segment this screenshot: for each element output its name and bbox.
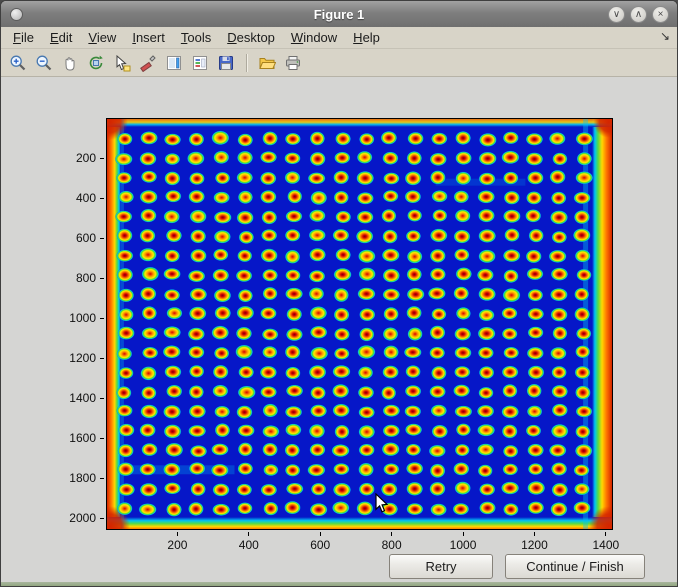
- menu-bar: FileEditViewInsertToolsDesktopWindowHelp…: [1, 27, 677, 49]
- y-tick-mark: [100, 238, 104, 239]
- y-tick-label: 1800: [42, 471, 96, 485]
- retry-button[interactable]: Retry: [389, 554, 493, 579]
- x-tick-label: 1200: [514, 538, 554, 552]
- toolbar: [1, 49, 677, 77]
- window-controls: ∨ ∧ ×: [608, 6, 669, 23]
- insert-legend-button[interactable]: [188, 51, 212, 75]
- figure-canvas: Retry Continue / Finish 200 400 600 800 1000…: [1, 77, 677, 582]
- menu-item-edit[interactable]: Edit: [42, 28, 80, 47]
- x-tick-label: 200: [157, 538, 197, 552]
- rotate-3d-icon: [87, 54, 105, 72]
- x-tick-label: 1400: [586, 538, 626, 552]
- insert-colorbar-button[interactable]: [162, 51, 186, 75]
- toolbar-separator: [246, 54, 247, 72]
- y-tick-mark: [100, 278, 104, 279]
- data-cursor-button[interactable]: [110, 51, 134, 75]
- x-tick-mark: [320, 532, 321, 536]
- y-tick-mark: [100, 358, 104, 359]
- y-tick-label: 1000: [42, 311, 96, 325]
- pan-icon: [61, 54, 79, 72]
- zoom-out-icon: [35, 54, 53, 72]
- insert-colorbar-icon: [165, 54, 183, 72]
- data-cursor-icon: [113, 54, 131, 72]
- plate-image[interactable]: [107, 119, 612, 529]
- pan-button[interactable]: [58, 51, 82, 75]
- x-tick-label: 400: [229, 538, 269, 552]
- brush-icon: [139, 54, 157, 72]
- menu-item-view[interactable]: View: [80, 28, 124, 47]
- y-tick-mark: [100, 398, 104, 399]
- y-tick-mark: [100, 158, 104, 159]
- y-tick-mark: [100, 438, 104, 439]
- shade-button[interactable]: ∨: [608, 6, 625, 23]
- save-figure-icon: [217, 54, 235, 72]
- menu-item-file[interactable]: File: [5, 28, 42, 47]
- x-tick-mark: [391, 532, 392, 536]
- x-tick-mark: [534, 532, 535, 536]
- y-tick-mark: [100, 478, 104, 479]
- axes[interactable]: [106, 118, 613, 530]
- brush-button[interactable]: [136, 51, 160, 75]
- desktop-edge: [1, 582, 677, 587]
- y-tick-label: 1400: [42, 391, 96, 405]
- y-tick-label: 800: [42, 271, 96, 285]
- y-tick-label: 2000: [42, 511, 96, 525]
- x-tick-mark: [177, 532, 178, 536]
- window-menu-icon[interactable]: [10, 8, 23, 21]
- figure-window: Figure 1 ∨ ∧ × FileEditViewInsertToolsDe…: [0, 0, 678, 587]
- x-tick-mark: [605, 532, 606, 536]
- insert-legend-icon: [191, 54, 209, 72]
- x-tick-label: 600: [300, 538, 340, 552]
- open-file-button[interactable]: [255, 51, 279, 75]
- x-tick-label: 1000: [443, 538, 483, 552]
- window-title: Figure 1: [1, 7, 677, 22]
- menu-item-window[interactable]: Window: [283, 28, 345, 47]
- y-tick-label: 600: [42, 231, 96, 245]
- zoom-in-button[interactable]: [6, 51, 30, 75]
- y-tick-mark: [100, 518, 104, 519]
- menu-item-tools[interactable]: Tools: [173, 28, 219, 47]
- titlebar[interactable]: Figure 1 ∨ ∧ ×: [1, 1, 677, 27]
- menu-item-desktop[interactable]: Desktop: [219, 28, 283, 47]
- menu-item-insert[interactable]: Insert: [124, 28, 173, 47]
- menu-overflow-arrow-icon[interactable]: ↘: [660, 29, 670, 43]
- print-figure-icon: [284, 54, 302, 72]
- maximize-button[interactable]: ∧: [630, 6, 647, 23]
- zoom-out-button[interactable]: [32, 51, 56, 75]
- save-figure-button[interactable]: [214, 51, 238, 75]
- y-tick-mark: [100, 318, 104, 319]
- y-tick-label: 1200: [42, 351, 96, 365]
- y-tick-label: 1600: [42, 431, 96, 445]
- y-tick-mark: [100, 198, 104, 199]
- y-tick-label: 200: [42, 151, 96, 165]
- x-tick-mark: [248, 532, 249, 536]
- continue-finish-button[interactable]: Continue / Finish: [505, 554, 645, 579]
- close-button[interactable]: ×: [652, 6, 669, 23]
- open-file-icon: [258, 54, 276, 72]
- y-tick-label: 400: [42, 191, 96, 205]
- zoom-in-icon: [9, 54, 27, 72]
- print-figure-button[interactable]: [281, 51, 305, 75]
- menu-items: FileEditViewInsertToolsDesktopWindowHelp: [5, 28, 388, 47]
- x-tick-label: 800: [372, 538, 412, 552]
- menu-item-help[interactable]: Help: [345, 28, 388, 47]
- rotate-3d-button[interactable]: [84, 51, 108, 75]
- x-tick-mark: [463, 532, 464, 536]
